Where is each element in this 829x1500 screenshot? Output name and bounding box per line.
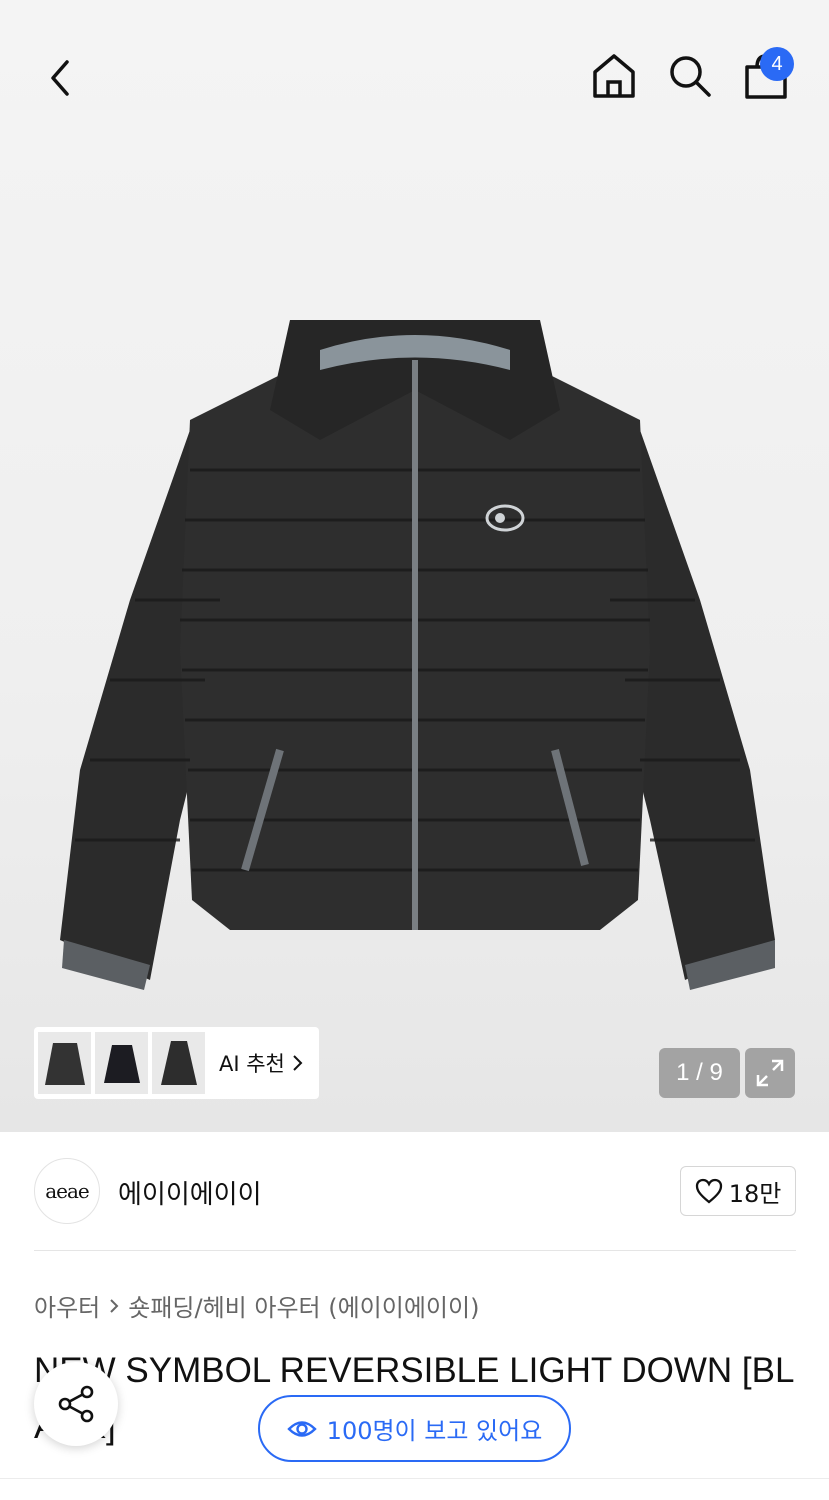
recommend-thumbnail[interactable]	[38, 1032, 91, 1094]
back-button[interactable]	[30, 50, 90, 106]
recommend-thumbnail[interactable]	[152, 1032, 205, 1094]
share-button[interactable]	[34, 1362, 118, 1446]
chevron-left-icon	[51, 60, 69, 96]
brand-row: aeae 에이이에이이 18만	[34, 1158, 796, 1224]
viewers-text: 100명이 보고 있어요	[326, 1417, 543, 1445]
like-count: 18만	[728, 1179, 782, 1208]
like-button[interactable]: 18만	[680, 1166, 796, 1216]
ai-recommend-link[interactable]: AI 추천	[219, 1048, 303, 1078]
breadcrumb-item[interactable]: 숏패딩/헤비 아우터 (에이이에이이)	[128, 1288, 479, 1323]
product-image-gallery[interactable]: 4 AI 추천 1 / 9	[0, 0, 829, 1132]
expand-icon	[756, 1059, 784, 1087]
expand-button[interactable]	[745, 1048, 795, 1098]
product-image	[60, 320, 775, 990]
breadcrumb-item[interactable]: 아우터	[34, 1288, 100, 1323]
brand-logo[interactable]: aeae	[34, 1158, 100, 1224]
share-icon	[58, 1385, 94, 1423]
breadcrumb: 아우터 숏패딩/헤비 아우터 (에이이에이이)	[34, 1288, 479, 1323]
recommend-thumbnail[interactable]	[95, 1032, 148, 1094]
search-button[interactable]	[660, 46, 720, 106]
section-divider	[34, 1250, 796, 1251]
jacket-thumbnail-icon	[103, 1045, 140, 1083]
search-icon	[670, 56, 711, 97]
bottom-divider	[0, 1478, 829, 1479]
chevron-right-icon	[110, 1298, 119, 1313]
brand-name[interactable]: 에이이에이이	[118, 1174, 262, 1211]
heart-icon	[695, 1178, 722, 1204]
ai-recommend-label: AI 추천	[219, 1052, 285, 1076]
cart-count-badge: 4	[760, 47, 794, 81]
jacket-thumbnail-icon	[160, 1041, 197, 1085]
image-counter: 1 / 9	[659, 1048, 740, 1098]
brand-logo-text: aeae	[45, 1179, 90, 1203]
viewers-indicator[interactable]: 100명이 보고 있어요	[258, 1395, 571, 1462]
jacket-thumbnail-icon	[44, 1043, 85, 1085]
eye-icon	[286, 1420, 317, 1437]
ai-recommend-strip[interactable]: AI 추천	[34, 1027, 319, 1099]
home-button[interactable]	[584, 46, 644, 106]
chevron-right-icon	[293, 1055, 303, 1071]
top-navigation-bar: 4	[0, 0, 829, 150]
home-icon	[593, 54, 635, 98]
